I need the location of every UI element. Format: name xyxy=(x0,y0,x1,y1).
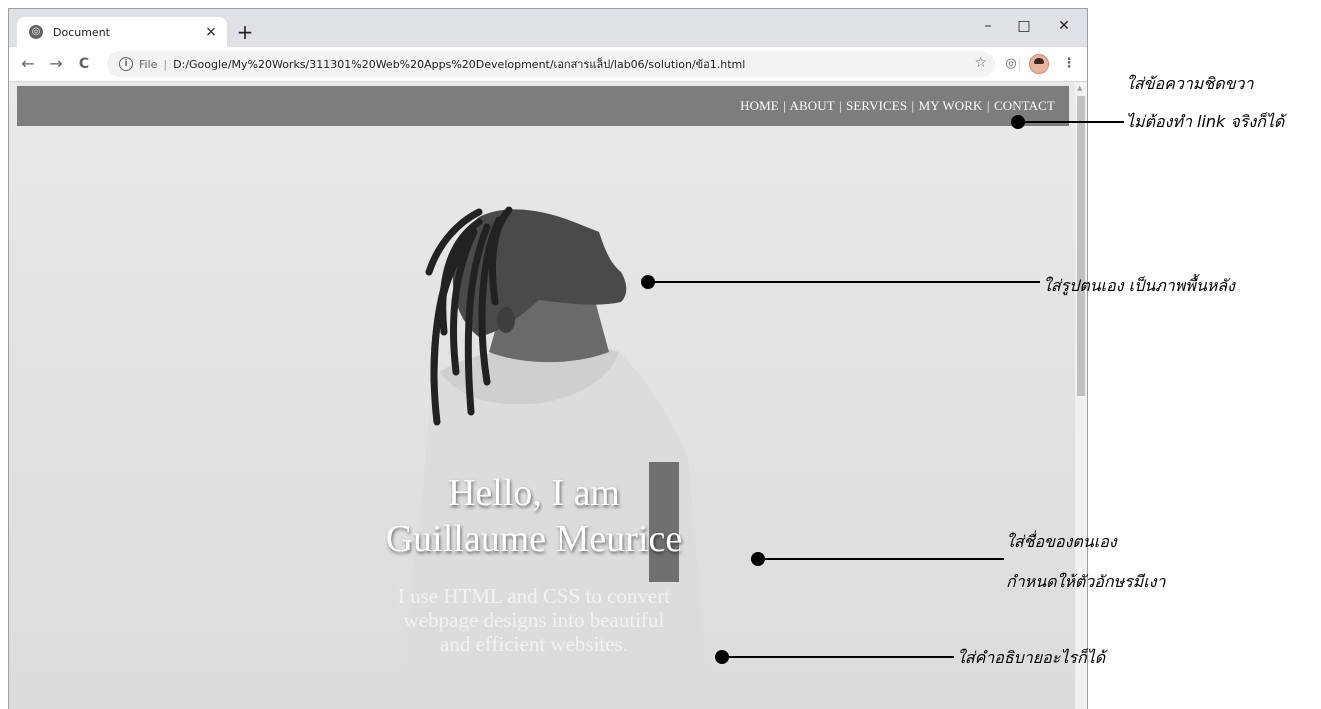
hero-description-line: webpage designs into beautiful xyxy=(403,608,665,632)
star-icon[interactable]: ☆ xyxy=(974,55,987,71)
maximize-button[interactable]: □ xyxy=(1007,15,1041,37)
nav-link-my-work[interactable]: MY WORK xyxy=(919,98,983,113)
close-window-button[interactable]: ✕ xyxy=(1047,15,1081,37)
callout-line-photo xyxy=(650,281,1040,283)
forward-button[interactable]: → xyxy=(45,53,67,75)
note-nav-line1: ใส่ข้อความชิดขวา xyxy=(1126,74,1254,93)
browser-toolbar: ← → C i File | D:/Google/My%20Works/3113… xyxy=(9,47,1087,82)
new-tab-button[interactable]: + xyxy=(235,22,255,42)
url-text[interactable]: D:/Google/My%20Works/311301%20Web%20Apps… xyxy=(173,55,745,73)
globe-icon: ◎ xyxy=(29,25,43,39)
nav-link-contact[interactable]: CONTACT xyxy=(994,98,1055,113)
nav-link-services[interactable]: SERVICES xyxy=(846,98,907,113)
hero-name: Guillaume Meurice xyxy=(385,518,683,560)
scroll-thumb[interactable] xyxy=(1077,96,1085,396)
back-button[interactable]: ← xyxy=(17,53,39,75)
nav-link-about[interactable]: ABOUT xyxy=(790,98,835,113)
avatar[interactable] xyxy=(1029,54,1049,74)
nav-separator: | xyxy=(986,98,990,113)
tab-close-icon[interactable]: × xyxy=(203,24,219,40)
note-nav-line2: ไม่ต้องทำ link จริงก็ได้ xyxy=(1126,112,1285,131)
hero-greeting: Hello, I am xyxy=(447,472,620,514)
tab-title: Document xyxy=(53,25,110,39)
nav-separator: | xyxy=(783,98,786,113)
note-name-line1: ใส่ชื่อของตนเอง xyxy=(1006,532,1117,551)
page-viewport: HOME | ABOUT | SERVICES | MY WORK | CONT… xyxy=(9,82,1075,709)
address-bar[interactable]: i File | D:/Google/My%20Works/311301%20W… xyxy=(107,51,995,77)
hero-text: Hello, I am Guillaume Meurice I use HTML… xyxy=(309,470,759,656)
callout-line-nav xyxy=(1020,121,1124,123)
info-icon[interactable]: i xyxy=(119,57,133,71)
note-description: ใส่คำอธิบายอะไรก็ได้ xyxy=(957,648,1106,667)
scroll-up-icon[interactable]: ▲ xyxy=(1077,84,1082,92)
nav-link-home[interactable]: HOME xyxy=(740,98,779,113)
page-scrollbar[interactable]: ▲ xyxy=(1075,82,1087,709)
hero-description: I use HTML and CSS to convert webpage de… xyxy=(309,584,759,656)
menu-icon[interactable]: ⋮ xyxy=(1059,54,1079,74)
tab-document[interactable]: ◎ Document × xyxy=(17,17,227,47)
toolbar-divider xyxy=(1019,58,1020,72)
url-scheme: File xyxy=(139,57,158,71)
tab-strip: ◎ Document × + – □ ✕ xyxy=(9,9,1087,47)
hero-description-line: and efficient websites. xyxy=(440,632,628,656)
nav-separator: | xyxy=(838,98,842,113)
site-nav-bar: HOME | ABOUT | SERVICES | MY WORK | CONT… xyxy=(17,86,1069,126)
hero-description-line: I use HTML and CSS to convert xyxy=(397,584,671,608)
extension-icon[interactable]: ◎ xyxy=(1001,54,1021,74)
callout-line-description xyxy=(724,656,954,658)
callout-line-name xyxy=(760,558,1004,560)
nav-links: HOME | ABOUT | SERVICES | MY WORK | CONT… xyxy=(740,98,1055,114)
url-separator: | xyxy=(163,57,168,71)
note-photo: ใส่รูปตนเอง เป็นภาพพื้นหลัง xyxy=(1043,276,1235,295)
nav-separator: | xyxy=(911,98,915,113)
minimize-button[interactable]: – xyxy=(971,15,1005,37)
reload-button[interactable]: C xyxy=(73,53,95,75)
browser-window: ◎ Document × + – □ ✕ ← → C i File | D:/G… xyxy=(8,8,1088,709)
note-name-line2: กำหนดให้ตัวอักษรมีเงา xyxy=(1006,572,1166,591)
